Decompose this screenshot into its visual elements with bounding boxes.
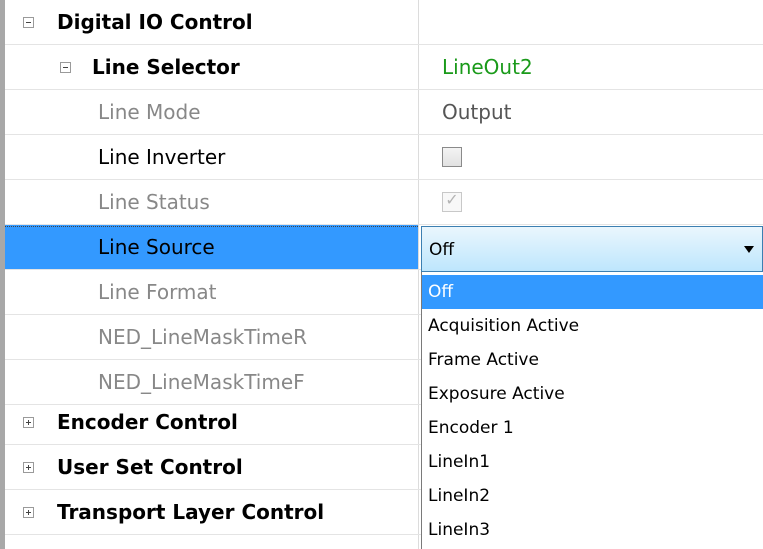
property-label: Line Source (98, 235, 215, 259)
collapse-icon[interactable] (60, 62, 71, 73)
line-status-checkbox: ✓ (442, 190, 462, 212)
line-mode-value: Output (442, 100, 512, 124)
option-exposure-active[interactable]: Exposure Active (422, 377, 763, 411)
combobox-selected-value: Off (429, 240, 455, 260)
line-inverter-checkbox[interactable] (442, 147, 462, 167)
row-name-cell: User Set Control (5, 445, 418, 489)
row-line-mode[interactable]: Line Mode Output (5, 90, 763, 135)
expand-icon[interactable] (23, 417, 34, 428)
property-label: Line Status (98, 190, 210, 214)
category-label: Encoder Control (57, 410, 238, 434)
row-name-cell: Line Status (5, 180, 418, 224)
row-name-cell: Transport Layer Control (5, 490, 418, 534)
focus-outline (5, 226, 418, 227)
option-frame-active[interactable]: Frame Active (422, 343, 763, 377)
row-name-cell: NED_LineMaskTimeR (5, 315, 418, 359)
row-name-cell: Line Format (5, 270, 418, 314)
property-label: NED_LineMaskTimeR (98, 325, 308, 349)
dropdown-arrow-icon[interactable] (744, 246, 754, 253)
checkmark-icon: ✓ (445, 190, 459, 209)
row-name-cell: NED_LineMaskTimeF (5, 360, 418, 404)
property-label: Line Mode (98, 100, 201, 124)
category-label: Transport Layer Control (57, 500, 325, 524)
row-name-cell: Line Mode (5, 90, 418, 134)
option-linein1[interactable]: LineIn1 (422, 445, 763, 479)
property-label: NED_LineMaskTimeF (98, 370, 305, 394)
property-label: Line Format (98, 280, 217, 304)
line-selector-value[interactable]: LineOut2 (442, 45, 533, 89)
line-source-dropdown-list: Off Acquisition Active Frame Active Expo… (421, 272, 763, 549)
property-label: Line Selector (92, 55, 240, 79)
option-encoder-1[interactable]: Encoder 1 (422, 411, 763, 445)
category-label: Digital IO Control (57, 10, 253, 34)
row-name-cell: Encoder Control (5, 400, 418, 444)
option-off[interactable]: Off (422, 275, 763, 309)
row-line-selector[interactable]: Line Selector LineOut2 (5, 45, 763, 90)
expand-icon[interactable] (23, 507, 34, 518)
row-name-cell: Line Inverter (5, 135, 418, 179)
category-label: User Set Control (57, 455, 243, 479)
property-label: Line Inverter (98, 145, 226, 169)
line-source-combobox[interactable]: Off (421, 226, 763, 272)
row-name-cell: Line Selector (5, 45, 418, 89)
category-digital-io-control[interactable]: Digital IO Control (5, 0, 763, 45)
option-linein3[interactable]: LineIn3 (422, 513, 763, 547)
expand-icon[interactable] (23, 462, 34, 473)
collapse-icon[interactable] (23, 17, 34, 28)
option-acquisition-active[interactable]: Acquisition Active (422, 309, 763, 343)
option-linein2[interactable]: LineIn2 (422, 479, 763, 513)
row-name-cell: Line Source (5, 225, 418, 269)
row-line-status[interactable]: Line Status ✓ (5, 180, 763, 225)
row-name-cell: Digital IO Control (5, 0, 418, 44)
row-line-inverter[interactable]: Line Inverter (5, 135, 763, 180)
